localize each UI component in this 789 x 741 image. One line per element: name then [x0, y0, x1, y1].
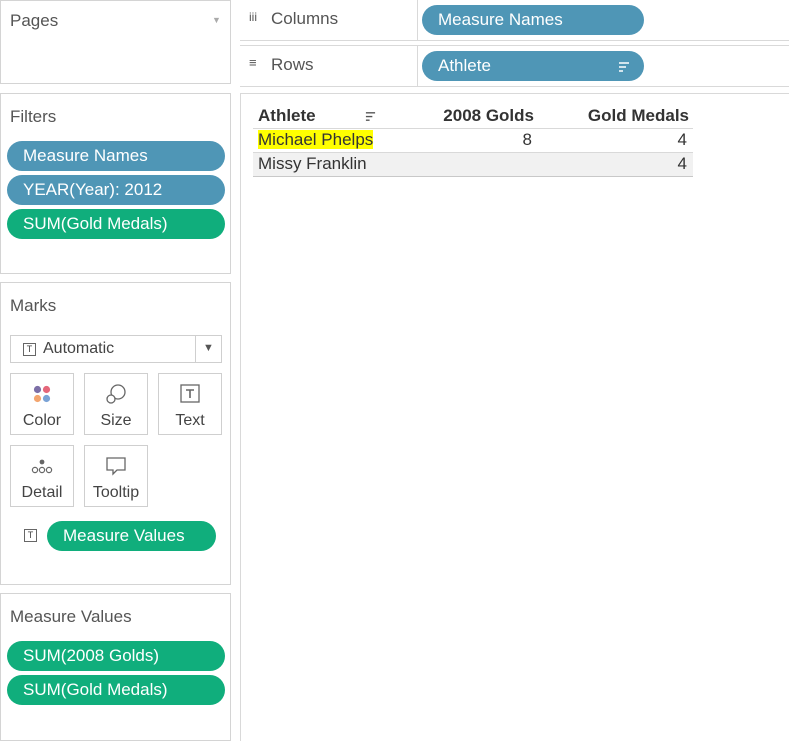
- table-row: Missy Franklin 4: [253, 152, 693, 176]
- filter-pill-gold-medals[interactable]: SUM(Gold Medals): [7, 209, 225, 239]
- pages-dropdown-icon[interactable]: ▼: [212, 15, 221, 25]
- columns-icon: iii: [249, 10, 257, 24]
- table-row: Michael Phelps 8 4: [253, 128, 693, 152]
- rows-icon: ≡: [249, 55, 257, 70]
- detail-label: Detail: [21, 484, 63, 501]
- sort-icon: [619, 62, 629, 72]
- size-label: Size: [100, 412, 132, 429]
- size-icon: [106, 384, 126, 404]
- marks-title: Marks: [10, 296, 57, 315]
- header-row: Athlete 2008 Golds Gold Medals: [253, 104, 693, 128]
- text-label: Text: [175, 412, 205, 429]
- color-button[interactable]: Color: [10, 373, 74, 435]
- color-icon: [33, 385, 51, 403]
- highlighted-athlete: Michael Phelps: [258, 130, 374, 149]
- filter-pill-year[interactable]: YEAR(Year): 2012: [7, 175, 225, 205]
- rows-label-box: ≡ Rows: [240, 46, 418, 86]
- rows-pill-label: Athlete: [438, 56, 491, 75]
- rows-label: Rows: [271, 55, 314, 74]
- golds-2008-cell[interactable]: 8: [378, 128, 538, 152]
- pages-title: Pages: [10, 11, 59, 30]
- header-sort-icon[interactable]: [365, 111, 376, 122]
- athlete-cell[interactable]: Missy Franklin: [253, 152, 378, 176]
- filter-pill-measure-names[interactable]: Measure Names: [7, 141, 225, 171]
- crosstab: Athlete 2008 Golds Gold Medals Michael P…: [253, 104, 693, 177]
- measure-pill-2008-golds[interactable]: SUM(2008 Golds): [7, 641, 225, 671]
- rows-shelf[interactable]: ≡ Rows Athlete: [240, 45, 789, 87]
- rows-pill-athlete[interactable]: Athlete: [422, 51, 644, 81]
- tooltip-icon: [106, 457, 126, 476]
- filters-card: Filters Measure Names YEAR(Year): 2012 S…: [0, 93, 231, 274]
- gold-medals-cell[interactable]: 4: [538, 128, 693, 152]
- athlete-header[interactable]: Athlete: [253, 104, 378, 128]
- gold-medals-header[interactable]: Gold Medals: [538, 104, 693, 128]
- columns-label-box: iii Columns: [240, 0, 418, 40]
- measure-values-text-pill[interactable]: Measure Values: [47, 521, 216, 551]
- golds-2008-header[interactable]: 2008 Golds: [378, 104, 538, 128]
- color-label: Color: [22, 412, 62, 429]
- text-button[interactable]: Text: [158, 373, 222, 435]
- columns-label: Columns: [271, 9, 339, 28]
- columns-pill-measure-names[interactable]: Measure Names: [422, 5, 644, 35]
- marks-card: Marks T Automatic ▼ Color Size Text Deta…: [0, 282, 231, 585]
- measure-pill-gold-medals[interactable]: SUM(Gold Medals): [7, 675, 225, 705]
- columns-shelf[interactable]: iii Columns Measure Names: [240, 0, 789, 41]
- detail-icon: [31, 459, 53, 474]
- golds-2008-cell[interactable]: [378, 152, 538, 176]
- chevron-down-icon[interactable]: ▼: [203, 342, 214, 354]
- measure-values-title: Measure Values: [10, 607, 132, 626]
- tooltip-label: Tooltip: [92, 484, 140, 501]
- tooltip-button[interactable]: Tooltip: [84, 445, 148, 507]
- pages-card: Pages ▼: [0, 0, 231, 84]
- filters-title: Filters: [10, 107, 57, 126]
- gold-medals-cell[interactable]: 4: [538, 152, 693, 176]
- text-mark-icon: T: [23, 343, 36, 356]
- athlete-cell[interactable]: Michael Phelps: [253, 128, 378, 152]
- size-button[interactable]: Size: [84, 373, 148, 435]
- text-encoding-icon: T: [24, 529, 37, 542]
- mark-type-dropdown[interactable]: T Automatic ▼: [10, 335, 222, 363]
- mark-type-value: Automatic: [43, 340, 115, 357]
- view-area: [240, 93, 789, 741]
- detail-button[interactable]: Detail: [10, 445, 74, 507]
- dropdown-divider: [195, 336, 196, 362]
- text-icon: [180, 384, 200, 403]
- measure-values-card: Measure Values SUM(2008 Golds) SUM(Gold …: [0, 593, 231, 741]
